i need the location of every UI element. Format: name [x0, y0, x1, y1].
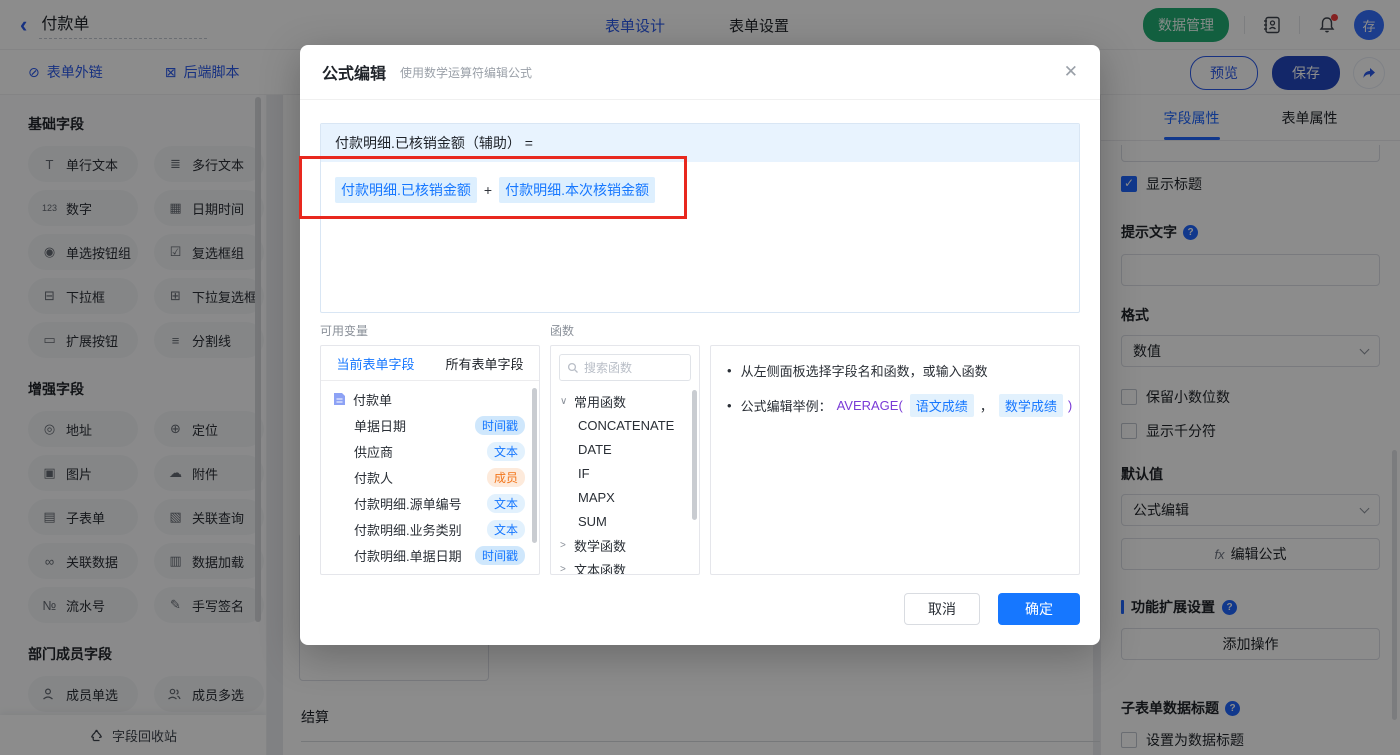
function-item[interactable]: MAPX	[551, 485, 699, 509]
help-line-2: • 公式编辑举例： AVERAGE( 语文成绩 ， 数学成绩 )	[727, 394, 1072, 417]
formula-help-panel: • 从左侧面板选择字段名和函数，或输入函数 • 公式编辑举例： AVERAGE(…	[710, 345, 1080, 575]
example-field-chip: 数学成绩	[998, 394, 1063, 417]
variable-row[interactable]: 付款明细.业务类别 文本	[321, 516, 539, 542]
cancel-button[interactable]: 取消	[904, 593, 980, 625]
variables-tree: 付款单 单据日期 时间戳 供应商 文本 付款人 成员 付款明细.源单编号 文本 …	[321, 381, 539, 568]
formula-target-field: 付款明细.已核销金额（辅助） =	[321, 124, 1079, 162]
functions-panel: ∨ 常用函数 CONCATENATE DATE IF MAPX SUM > 数学…	[550, 345, 700, 575]
type-badge: 文本	[486, 441, 525, 461]
function-item[interactable]: SUM	[551, 509, 699, 533]
formula-expression[interactable]: 付款明细.已核销金额 + 付款明细.本次核销金额	[321, 162, 1079, 218]
variable-row[interactable]: 付款明细.源单编号 文本	[321, 490, 539, 516]
variable-row[interactable]: 单据日期 时间戳	[321, 412, 539, 438]
variables-label: 可用变量	[320, 324, 369, 338]
type-badge: 时间戳	[474, 545, 525, 565]
function-search-input[interactable]	[584, 360, 683, 375]
chevron-down-icon: ∨	[560, 395, 568, 407]
close-icon[interactable]: ✕	[1064, 62, 1078, 82]
formula-edit-modal: 公式编辑 使用数学运算符编辑公式 ✕ 付款明细.已核销金额（辅助） = 付款明细…	[300, 45, 1100, 645]
variables-tabs: 当前表单字段 所有表单字段	[321, 346, 539, 381]
variables-panel: 当前表单字段 所有表单字段 付款单 单据日期 时间戳 供应商 文本 付款人 成员…	[320, 345, 540, 575]
example-field-chip: 语文成绩	[909, 394, 974, 417]
type-badge: 成员	[486, 467, 525, 487]
modal-title: 公式编辑	[322, 66, 387, 83]
functions-label: 函数	[550, 324, 575, 338]
chevron-right-icon: >	[560, 563, 566, 575]
formula-token[interactable]: 付款明细.已核销金额	[335, 177, 477, 203]
variables-scrollbar[interactable]	[532, 388, 537, 543]
function-search[interactable]	[559, 354, 691, 381]
tab-all-form-fields[interactable]: 所有表单字段	[445, 354, 523, 373]
help-line-1: • 从左侧面板选择字段名和函数，或输入函数	[727, 363, 988, 379]
modal-actions: 取消 确定	[904, 593, 1080, 625]
type-badge: 时间戳	[474, 415, 525, 435]
variable-row[interactable]: 供应商 文本	[321, 438, 539, 464]
formula-token[interactable]: 付款明细.本次核销金额	[499, 177, 655, 203]
example-separator: ，	[979, 399, 993, 414]
function-item[interactable]: IF	[551, 461, 699, 485]
example-close-paren: )	[1067, 398, 1073, 413]
search-icon	[567, 362, 579, 374]
function-item[interactable]: DATE	[551, 437, 699, 461]
bullet-icon: •	[727, 363, 732, 378]
type-badge: 文本	[486, 519, 525, 539]
function-group-common[interactable]: ∨ 常用函数	[551, 389, 699, 413]
functions-scrollbar[interactable]	[692, 390, 697, 520]
function-group-text[interactable]: > 文本函数	[551, 557, 699, 575]
function-item[interactable]: CONCATENATE	[551, 413, 699, 437]
modal-header: 公式编辑 使用数学运算符编辑公式 ✕	[300, 45, 1100, 100]
example-function-name: AVERAGE(	[836, 398, 903, 413]
tab-current-form-fields[interactable]: 当前表单字段	[336, 354, 414, 373]
variable-row[interactable]: 付款明细.单据日期 时间戳	[321, 542, 539, 568]
chevron-right-icon: >	[560, 539, 566, 551]
confirm-button[interactable]: 确定	[998, 593, 1080, 625]
formula-operator: +	[483, 182, 493, 198]
bullet-icon: •	[727, 398, 732, 413]
type-badge: 文本	[486, 493, 525, 513]
document-icon	[333, 392, 346, 406]
formula-editor[interactable]: 付款明细.已核销金额（辅助） = 付款明细.已核销金额 + 付款明细.本次核销金…	[320, 123, 1080, 313]
variable-row[interactable]: 付款人 成员	[321, 464, 539, 490]
function-group-math[interactable]: > 数学函数	[551, 533, 699, 557]
tree-root-form[interactable]: 付款单	[321, 386, 539, 412]
modal-subtitle: 使用数学运算符编辑公式	[400, 65, 533, 80]
